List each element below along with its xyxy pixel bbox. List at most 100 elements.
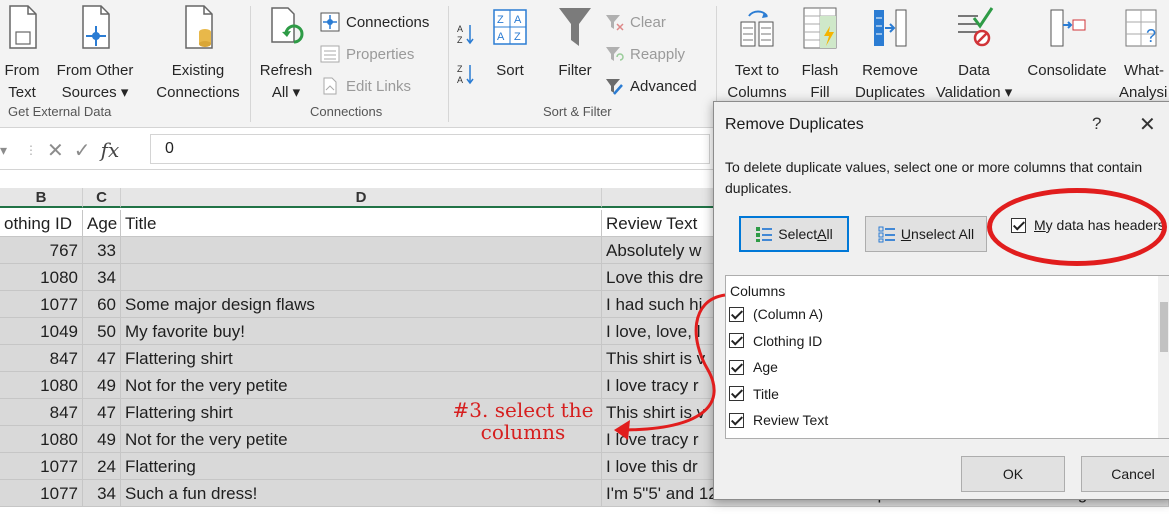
cell-title[interactable]: Flattering <box>121 453 602 480</box>
cell-title[interactable] <box>121 237 602 264</box>
help-icon[interactable]: ? <box>1092 114 1101 134</box>
cell-age[interactable]: 49 <box>83 372 121 399</box>
cell-clothing-id[interactable]: 847 <box>0 345 83 372</box>
annotation-line-2: columns <box>480 420 566 444</box>
cell-age[interactable]: 47 <box>83 345 121 372</box>
formula-input[interactable]: 0 <box>150 134 710 164</box>
refresh-label-1: Refresh <box>259 62 313 79</box>
consolidate-button[interactable]: Consolidate <box>1020 4 1114 82</box>
ok-button[interactable]: OK <box>961 456 1065 492</box>
cell-clothing-id[interactable]: 1049 <box>0 318 83 345</box>
advanced-button[interactable]: Advanced <box>604 76 697 96</box>
connections-label: Connections <box>346 13 430 31</box>
cancel-icon[interactable]: ✕ <box>47 138 64 163</box>
cell-clothing-id[interactable]: 1080 <box>0 372 83 399</box>
cell-clothing-id[interactable]: 767 <box>0 237 83 264</box>
remove-duplicates-dialog: Remove Duplicates ? ✕ To delete duplicat… <box>713 101 1169 500</box>
properties-button[interactable]: Properties <box>320 44 414 64</box>
from-other-label-1: From Other <box>56 62 134 79</box>
edit-links-button[interactable]: Edit Links <box>320 76 411 96</box>
connections-button[interactable]: Connections <box>320 12 429 32</box>
unselect-all-icon <box>878 226 895 243</box>
header-cell-age[interactable]: Age <box>83 210 121 237</box>
cell-title[interactable] <box>121 264 602 291</box>
sort-z-to-a-icon[interactable]: Z A <box>456 62 476 86</box>
cell-title[interactable]: Flattering shirt <box>121 345 602 372</box>
data-validation-icon <box>958 7 994 47</box>
dialog-title: Remove Duplicates <box>725 116 864 133</box>
cell-age[interactable]: 34 <box>83 480 121 507</box>
column-header-b[interactable]: B <box>0 188 83 208</box>
select-all-button[interactable]: Select All <box>739 216 849 252</box>
select-all-icon <box>756 227 773 242</box>
name-box-dropdown-icon[interactable]: ▾ <box>0 142 7 159</box>
consolidate-icon <box>1050 9 1086 47</box>
column-checkbox-item[interactable]: Review Text <box>729 412 828 428</box>
cell-title[interactable]: Not for the very petite <box>121 372 602 399</box>
group-label-external: Get External Data <box>8 104 112 119</box>
cell-clothing-id[interactable]: 1080 <box>0 426 83 453</box>
edit-links-icon <box>323 77 337 95</box>
cell-clothing-id[interactable]: 1077 <box>0 480 83 507</box>
cell-age[interactable]: 24 <box>83 453 121 480</box>
cell-title[interactable]: My favorite buy! <box>121 318 602 345</box>
cell-title[interactable]: Such a fun dress! <box>121 480 602 507</box>
cell-clothing-id[interactable]: 847 <box>0 399 83 426</box>
group-separator <box>250 6 251 122</box>
from-text-label-1: From <box>4 62 40 79</box>
cell-age[interactable]: 34 <box>83 264 121 291</box>
filter-button[interactable]: Filter <box>550 4 600 82</box>
column-checkbox-item[interactable]: Clothing ID <box>729 333 822 349</box>
scrollbar-thumb[interactable] <box>1160 302 1168 352</box>
reapply-button[interactable]: Reapply <box>604 44 685 64</box>
flash-fill-button[interactable]: Flash Fill <box>798 4 842 104</box>
existing-label-1: Existing <box>171 62 225 79</box>
cell-age[interactable]: 50 <box>83 318 121 345</box>
header-cell-title[interactable]: Title <box>121 210 602 237</box>
cell-clothing-id[interactable]: 1077 <box>0 453 83 480</box>
refresh-icon <box>271 7 304 44</box>
unselect-all-accelerator: U <box>900 226 912 242</box>
cell-title[interactable]: Some major design flaws <box>121 291 602 318</box>
insert-function-icon[interactable]: fx <box>101 138 120 162</box>
cell-age[interactable]: 60 <box>83 291 121 318</box>
cancel-button[interactable]: Cancel <box>1081 456 1169 492</box>
data-validation-button[interactable]: Data Validation ▾ <box>930 4 1018 104</box>
sort-button[interactable]: Z A A Z Sort <box>484 4 536 82</box>
remove-dup-label-1: Remove <box>862 62 918 79</box>
clear-filter-icon <box>606 15 624 31</box>
columns-scrollbar[interactable] <box>1158 276 1169 438</box>
cell-age[interactable]: 49 <box>83 426 121 453</box>
remove-duplicates-button[interactable]: Remove Duplicates <box>850 4 930 104</box>
from-text-button[interactable]: From Text <box>0 4 44 104</box>
refresh-all-button[interactable]: Refresh All ▾ <box>256 4 316 104</box>
cell-clothing-id[interactable]: 1080 <box>0 264 83 291</box>
existing-connections-icon <box>185 5 213 49</box>
what-if-analysis-button[interactable]: ? What- Analysi <box>1119 4 1169 104</box>
group-label-sort-filter: Sort & Filter <box>543 104 612 119</box>
cell-age[interactable]: 47 <box>83 399 121 426</box>
properties-icon <box>320 45 340 63</box>
columns-list[interactable]: Columns (Column A) Clothing ID Age Title Rev… <box>725 275 1169 439</box>
column-checkbox-item[interactable]: (Column A) <box>729 306 823 322</box>
clear-button[interactable]: Clear <box>604 12 666 32</box>
reapply-label: Reapply <box>630 45 686 63</box>
group-label-connections: Connections <box>310 104 383 119</box>
existing-connections-button[interactable]: Existing Connections <box>150 4 246 104</box>
sort-a-to-z-icon[interactable]: A Z <box>456 22 476 46</box>
refresh-label-2: All ▾ <box>271 84 301 101</box>
column-checkbox-label: (Column A) <box>753 306 824 322</box>
from-other-sources-button[interactable]: From Other Sources ▾ <box>48 4 142 104</box>
column-checkbox-label: Clothing ID <box>753 332 823 349</box>
enter-icon[interactable]: ✓ <box>74 138 91 163</box>
text-to-columns-icon <box>740 10 774 47</box>
column-header-d[interactable]: D <box>121 188 602 208</box>
text-to-columns-button[interactable]: Text to Columns <box>722 4 792 104</box>
header-cell-clothing-id[interactable]: othing ID <box>0 210 83 237</box>
cell-clothing-id[interactable]: 1077 <box>0 291 83 318</box>
other-sources-icon <box>82 5 110 49</box>
column-header-c[interactable]: C <box>83 188 121 208</box>
unselect-all-button[interactable]: Unselect All <box>865 216 987 252</box>
cell-age[interactable]: 33 <box>83 237 121 264</box>
close-icon[interactable]: ✕ <box>1139 112 1156 137</box>
